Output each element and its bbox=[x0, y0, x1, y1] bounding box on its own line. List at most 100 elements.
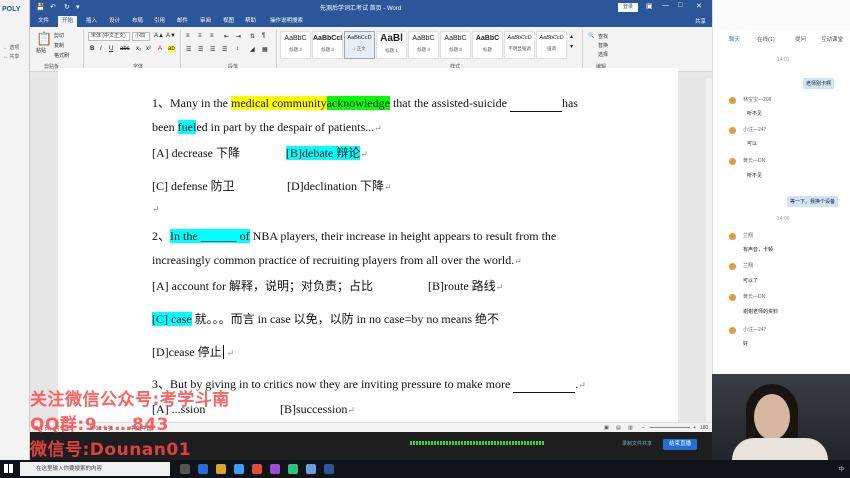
customize-quick-access-icon[interactable]: ▾ bbox=[76, 3, 80, 11]
underline-button[interactable]: U bbox=[109, 46, 113, 52]
windows-start-icon[interactable] bbox=[4, 464, 13, 473]
style-emphasis[interactable]: AaBbCcD 强调 bbox=[536, 31, 567, 59]
tell-me-search[interactable]: 操作说明搜索 bbox=[266, 16, 307, 27]
login-button[interactable]: 登录 bbox=[618, 3, 638, 12]
superscript-button[interactable]: x² bbox=[146, 46, 151, 52]
tab-review[interactable]: 审阅 bbox=[196, 16, 215, 27]
zoom-level[interactable]: 180 bbox=[700, 425, 708, 431]
maximize-icon[interactable]: □ bbox=[678, 2, 682, 9]
bold-button[interactable]: B bbox=[90, 46, 94, 52]
zoom-slider[interactable] bbox=[650, 427, 690, 428]
close-icon[interactable]: ✕ bbox=[696, 2, 702, 10]
replace-button[interactable]: 替换 bbox=[598, 42, 608, 49]
font-color-button[interactable]: A bbox=[158, 46, 162, 52]
q1-line-1[interactable]: 1、Many in the medical communityacknowled… bbox=[152, 94, 578, 112]
q2-line-2[interactable]: increasingly common practice of recruiti… bbox=[152, 253, 522, 268]
increase-indent-icon[interactable]: ⇥ bbox=[236, 33, 241, 40]
q1-option-a[interactable]: [A] decrease 下降 bbox=[152, 144, 240, 161]
grow-font-icon[interactable]: A▲ bbox=[154, 33, 164, 39]
styles-scroll-up-icon[interactable]: ▴ bbox=[570, 33, 573, 40]
record-share-button[interactable]: 录制文件共享 bbox=[622, 440, 652, 447]
tab-mailings[interactable]: 邮件 bbox=[173, 16, 192, 27]
tab-design[interactable]: 设计 bbox=[105, 16, 124, 27]
align-center-icon[interactable]: ☰ bbox=[198, 46, 203, 53]
save-icon[interactable]: 💾 bbox=[36, 3, 45, 11]
tab-view[interactable]: 视图 bbox=[219, 16, 238, 27]
panel-tab-questions[interactable]: 提问 bbox=[795, 35, 806, 43]
subscript-button[interactable]: x₂ bbox=[136, 46, 141, 52]
taskbar-search-input[interactable]: 在这里输入你要搜索的内容 bbox=[20, 462, 170, 476]
italic-button[interactable]: I bbox=[100, 46, 102, 52]
q3-option-b[interactable]: [B]succession↵ bbox=[280, 402, 355, 417]
style-normal[interactable]: AaBbCcD ↓ 正文 bbox=[344, 31, 375, 59]
align-left-icon[interactable]: ☰ bbox=[186, 46, 191, 53]
show-marks-icon[interactable]: ¶ bbox=[262, 33, 265, 39]
q2-option-c[interactable]: [C] case 就。。。而言 in case 以免，以防 in no case… bbox=[152, 310, 499, 327]
zoom-out-icon[interactable]: – bbox=[642, 425, 645, 431]
line-spacing-icon[interactable]: ↕ bbox=[236, 46, 239, 52]
panel-tab-interactive[interactable]: 互动课堂 bbox=[821, 35, 843, 43]
styles-scroll-down-icon[interactable]: ▾ bbox=[570, 43, 573, 50]
end-live-button[interactable]: 结束直播 bbox=[663, 439, 697, 450]
tab-file[interactable]: 文件 bbox=[34, 16, 53, 27]
app-icon[interactable] bbox=[270, 464, 280, 474]
minimize-icon[interactable]: — bbox=[662, 2, 669, 9]
font-name-select[interactable]: 宋体 (中文正文) bbox=[88, 32, 130, 41]
print-layout-icon[interactable]: ▤ bbox=[616, 425, 621, 431]
copy-button[interactable]: 复制 bbox=[54, 42, 64, 49]
undo-icon[interactable]: ↶ bbox=[50, 3, 56, 11]
edge-browser-icon[interactable] bbox=[198, 464, 208, 474]
q2-option-a[interactable]: [A] account for 解释，说明；对负责；占比 bbox=[152, 277, 373, 294]
style-heading-4[interactable]: AaBbC 标题 4 bbox=[408, 31, 439, 59]
font-size-select[interactable]: 小四 bbox=[132, 32, 150, 41]
style-subtle-emphasis[interactable]: AaBbCcD 不明显强调 bbox=[504, 31, 535, 59]
align-right-icon[interactable]: ☰ bbox=[210, 46, 215, 53]
style-heading-3[interactable]: AaBbCcl 标题 3 bbox=[312, 31, 343, 59]
wechat-icon[interactable] bbox=[288, 464, 298, 474]
borders-icon[interactable]: ▦ bbox=[262, 46, 268, 53]
tab-help[interactable]: 帮助 bbox=[241, 16, 260, 27]
multilevel-list-icon[interactable]: ≡ bbox=[210, 33, 214, 39]
style-heading-1[interactable]: AaBl 标题 1 bbox=[376, 31, 407, 59]
q2-option-d[interactable]: [D]cease 停止 ↵ bbox=[152, 343, 234, 360]
redo-icon[interactable]: ↻ bbox=[64, 3, 70, 11]
paste-button[interactable]: 粘贴 bbox=[36, 47, 46, 54]
find-button[interactable]: 查找 bbox=[598, 33, 608, 40]
app-icon[interactable] bbox=[306, 464, 316, 474]
style-heading-5[interactable]: AaBbC 标题 5 bbox=[440, 31, 471, 59]
file-explorer-icon[interactable] bbox=[216, 464, 226, 474]
q1-option-d[interactable]: [D]declination 下降↵ bbox=[287, 177, 392, 194]
highlight-color-button[interactable]: ab bbox=[168, 46, 175, 52]
shrink-font-icon[interactable]: A▼ bbox=[166, 33, 176, 39]
numbering-icon[interactable]: ≡ bbox=[198, 33, 202, 39]
format-painter-button[interactable]: 格式刷 bbox=[54, 52, 69, 59]
ribbon-display-icon[interactable]: ▣ bbox=[646, 2, 653, 10]
tab-references[interactable]: 引用 bbox=[150, 16, 169, 27]
paste-icon[interactable]: 📋 bbox=[36, 31, 52, 47]
store-icon[interactable] bbox=[234, 464, 244, 474]
q1-option-b[interactable]: [B]debate 辩论↵ bbox=[286, 144, 368, 161]
q2-line-1[interactable]: 2、In the ______ of NBA players, their in… bbox=[152, 227, 556, 244]
tab-layout[interactable]: 布局 bbox=[128, 16, 147, 27]
cut-button[interactable]: 剪切 bbox=[54, 32, 64, 39]
justify-icon[interactable]: ☰ bbox=[222, 46, 227, 53]
zoom-in-icon[interactable]: + bbox=[693, 425, 696, 431]
style-heading-2[interactable]: AaBbC 标题 2 bbox=[280, 31, 311, 59]
left-menu-item[interactable]: ← 选项 bbox=[3, 44, 19, 51]
tab-home[interactable]: 开始 bbox=[58, 16, 78, 27]
panel-tab-chat[interactable]: 聊天 bbox=[729, 35, 740, 43]
shading-icon[interactable]: ◢ bbox=[250, 46, 255, 53]
left-menu-item[interactable]: ← 共享 bbox=[3, 53, 19, 60]
read-mode-icon[interactable]: ▣ bbox=[604, 425, 609, 431]
select-button[interactable]: 选择 bbox=[598, 51, 608, 58]
tab-insert[interactable]: 插入 bbox=[82, 16, 101, 27]
sort-icon[interactable]: ⇅ bbox=[250, 33, 255, 40]
system-tray-ime[interactable]: 中 bbox=[838, 465, 844, 473]
chrome-icon[interactable] bbox=[252, 464, 262, 474]
q1-line-2[interactable]: been fueled in part by the despair of pa… bbox=[152, 120, 382, 135]
strikethrough-button[interactable]: abc bbox=[120, 46, 130, 52]
decrease-indent-icon[interactable]: ⇤ bbox=[224, 33, 229, 40]
q1-option-c[interactable]: [C] defense 防卫 bbox=[152, 177, 235, 194]
q2-option-b[interactable]: [B]route 路线↵ bbox=[428, 277, 503, 294]
share-button[interactable]: 共享 bbox=[695, 17, 706, 25]
